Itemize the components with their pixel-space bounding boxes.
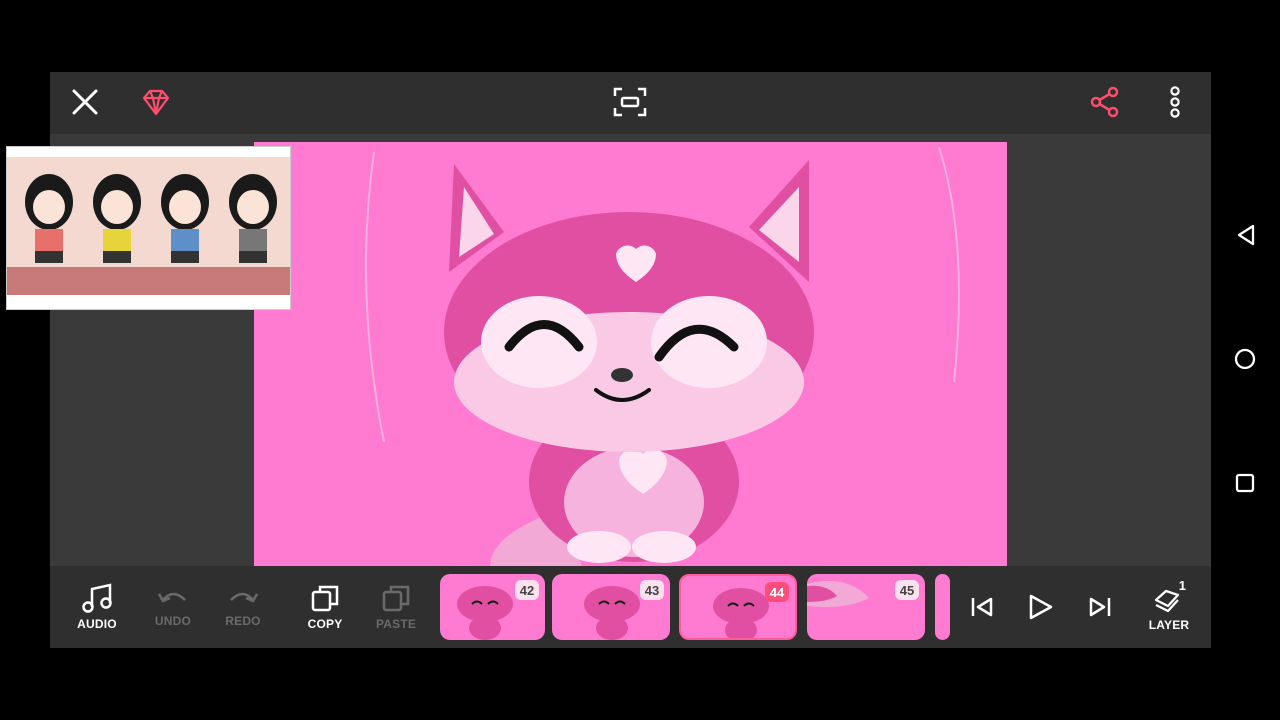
home-icon[interactable] (1223, 337, 1267, 381)
layers-icon: 1 (1152, 578, 1186, 614)
undo-button[interactable]: UNDO (138, 574, 208, 640)
layer-button[interactable]: 1 LAYER (1134, 574, 1204, 640)
top-bar (50, 72, 1211, 134)
music-note-icon (82, 583, 112, 613)
redo-label: REDO (225, 614, 261, 628)
close-icon[interactable] (63, 80, 107, 124)
frame-thumbnail-selected[interactable]: 44 (679, 574, 797, 640)
frame-number: 43 (640, 580, 664, 600)
share-icon[interactable] (1083, 80, 1127, 124)
back-icon[interactable] (1224, 213, 1268, 257)
bottom-toolbar: AUDIO UNDO REDO COPY PASTE 42 43 44 45 1… (50, 566, 1211, 648)
play-icon[interactable] (1018, 585, 1062, 629)
audio-label: AUDIO (77, 617, 117, 631)
frame-number: 42 (515, 580, 539, 600)
skip-to-start-icon[interactable] (960, 585, 1004, 629)
redo-icon (230, 592, 259, 603)
frame-number: 44 (765, 582, 789, 602)
layer-label: LAYER (1148, 618, 1190, 632)
undo-label: UNDO (154, 614, 192, 628)
audio-button[interactable]: AUDIO (62, 574, 132, 640)
frame-thumbnail-partial[interactable] (935, 574, 950, 640)
more-vertical-icon[interactable] (1153, 80, 1197, 124)
skip-to-end-icon[interactable] (1078, 585, 1122, 629)
paste-button[interactable]: PASTE (361, 574, 431, 640)
redo-button[interactable]: REDO (208, 574, 278, 640)
recents-icon[interactable] (1223, 461, 1267, 505)
copy-label: COPY (307, 617, 343, 631)
copy-button[interactable]: COPY (290, 574, 360, 640)
system-navigation-bar (1220, 0, 1280, 720)
frame-thumbnail[interactable]: 43 (552, 574, 670, 640)
frame-thumbnail[interactable]: 45 (807, 574, 925, 640)
paste-label: PASTE (375, 617, 417, 631)
fit-screen-icon[interactable] (608, 80, 652, 124)
reference-image-overlay[interactable] (6, 146, 291, 310)
fox-character-illustration (365, 146, 960, 566)
frame-number: 45 (895, 580, 919, 600)
chibi-characters-image (7, 147, 290, 309)
frame-thumbnail[interactable]: 42 (440, 574, 545, 640)
paste-icon (382, 585, 410, 612)
undo-icon (157, 592, 186, 603)
frame-timeline[interactable]: 42 43 44 45 (440, 574, 950, 642)
layer-count: 1 (1178, 578, 1186, 593)
drawing-canvas[interactable] (254, 142, 1007, 566)
diamond-icon[interactable] (134, 80, 178, 124)
copy-icon (311, 585, 339, 612)
